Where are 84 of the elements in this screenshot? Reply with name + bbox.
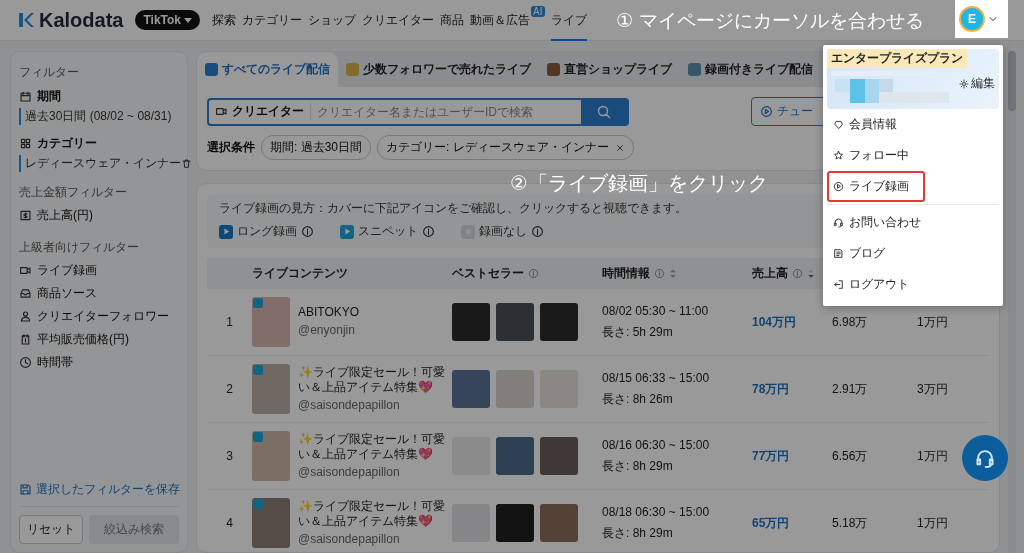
duration: 長さ: 8h 26m: [602, 390, 673, 408]
search-field[interactable]: クリエイター クリエイター名またはユーザーIDで検索: [207, 97, 629, 126]
filter-item[interactable]: クリエイターフォロワー: [37, 308, 169, 325]
row-number: 3: [226, 449, 233, 463]
filter-group-heading: 上級者向けフィルター: [19, 239, 140, 256]
creator-handle[interactable]: @saisondepapillon: [298, 464, 452, 481]
sales-value[interactable]: 78万円: [752, 380, 790, 398]
column-header: 時間情報: [602, 265, 650, 282]
menu-item[interactable]: フォロー中: [827, 140, 999, 171]
conditions-label: 選択条件: [207, 139, 255, 156]
menu-item[interactable]: お問い合わせ: [827, 207, 999, 238]
table-cell: 5.18万: [832, 514, 868, 532]
table-cell: 1万円: [917, 514, 948, 532]
live-title[interactable]: ✨ライブ限定セール！可愛い＆上品アイテム特集💖: [298, 431, 452, 463]
sales-value[interactable]: 65万円: [752, 514, 790, 532]
nav-item[interactable]: 商品: [440, 0, 465, 41]
time-range: 08/16 06:30 ~ 15:00: [602, 437, 710, 452]
live-title[interactable]: ABITOKYO: [298, 305, 360, 321]
save-filter-link[interactable]: 選択したフィルターを保存: [36, 481, 180, 498]
nav-badge: AI: [531, 5, 545, 17]
filter-item[interactable]: 平均販売価格(円): [37, 331, 129, 348]
guide-text: ライブ録画の見方：カバーに下記アイコンをご確認し、クリックすると視聴できます。: [219, 200, 688, 217]
tab[interactable]: すべてのライブ配信: [197, 52, 338, 87]
filter-heading: フィルター: [19, 64, 80, 81]
creator-handle[interactable]: @saisondepapillon: [298, 397, 452, 414]
menu-item[interactable]: ログアウト: [827, 269, 999, 300]
legend-label: 録画なし: [479, 223, 527, 240]
nav-item[interactable]: カテゴリー: [242, 0, 303, 41]
duration: 長さ: 8h 29m: [602, 524, 673, 542]
duration: 長さ: 5h 29m: [602, 323, 673, 341]
nav-item[interactable]: 動画＆広告 AI: [470, 0, 545, 41]
search-scope[interactable]: クリエイター: [232, 103, 304, 120]
filter-item[interactable]: 時間帯: [37, 354, 73, 371]
table-cell: 6.98万: [832, 313, 868, 331]
table-cell: 1万円: [917, 313, 948, 331]
menu-item[interactable]: ライブ録画: [827, 171, 925, 202]
filter-value[interactable]: 過去30日間 (08/02 ~ 08/31): [25, 108, 172, 125]
filter-item[interactable]: 売上高(円): [37, 207, 93, 224]
table-cell: 1万円: [917, 447, 948, 465]
annotation-text: ① マイページにカーソルを合わせる: [616, 8, 925, 33]
filter-group-heading: 売上金額フィルター: [19, 184, 128, 201]
platform-selector[interactable]: TikTok: [135, 10, 201, 30]
filter-value[interactable]: レディースウェア・インナー: [25, 155, 181, 172]
row-number: 2: [226, 382, 233, 396]
filter-label: 期間: [37, 88, 61, 105]
time-range: 08/02 05:30 ~ 11:00: [602, 303, 709, 318]
table-cell: 6.56万: [832, 447, 868, 465]
legend-label: スニペット: [358, 223, 418, 240]
nav-item[interactable]: クリエイター: [362, 0, 435, 41]
filter-item[interactable]: ライブ録画: [37, 262, 97, 279]
filter-chip[interactable]: 期間: 過去30日間: [261, 135, 371, 160]
row-number: 1: [226, 315, 233, 329]
avatar: E: [959, 6, 985, 32]
column-header: 売上高: [752, 265, 788, 282]
live-title[interactable]: ✨ライブ限定セール！可愛い＆上品アイテム特集💖: [298, 498, 452, 530]
duration: 長さ: 8h 29m: [602, 457, 673, 475]
time-range: 08/15 06:33 ~ 15:00: [602, 370, 710, 385]
tab[interactable]: 直営ショップライブ: [539, 52, 680, 87]
sales-value[interactable]: 77万円: [752, 447, 790, 465]
nav-item[interactable]: ライブ: [550, 0, 587, 41]
creator-handle[interactable]: @enyonjin: [298, 323, 360, 339]
live-title[interactable]: ✨ライブ限定セール！可愛い＆上品アイテム特集💖: [298, 364, 452, 396]
legend-label: ロング録画: [237, 223, 297, 240]
annotation-text: ②「ライブ録画」をクリック: [510, 170, 768, 197]
plan-badge: エンタープライズプラン: [827, 49, 967, 68]
row-number: 4: [226, 516, 233, 530]
tab[interactable]: 少数フォロワーで売れたライブ: [338, 52, 539, 87]
reset-button[interactable]: リセット: [19, 515, 83, 544]
filter-label: カテゴリー: [37, 135, 97, 152]
menu-item[interactable]: ブログ: [827, 238, 999, 269]
filter-chip[interactable]: カテゴリー: レディースウェア・インナー: [377, 135, 634, 160]
creator-handle[interactable]: @saisondepapillon: [298, 531, 452, 548]
table-cell: 3万円: [917, 380, 948, 398]
tab[interactable]: 録画付きライブ配信: [680, 52, 821, 87]
column-header: ライブコンテンツ: [252, 265, 348, 282]
filter-item[interactable]: 商品ソース: [37, 285, 97, 302]
sales-value[interactable]: 104万円: [752, 313, 797, 331]
time-range: 08/18 06:30 ~ 15:00: [602, 504, 710, 519]
column-header: ベストセラー: [452, 265, 524, 282]
table-cell: 2.91万: [832, 380, 868, 398]
logo-text[interactable]: Kalodata: [39, 8, 124, 32]
edit-link[interactable]: 編集: [971, 75, 995, 92]
nav-item[interactable]: ショップ: [308, 0, 357, 41]
nav-item[interactable]: 探索: [212, 0, 237, 41]
